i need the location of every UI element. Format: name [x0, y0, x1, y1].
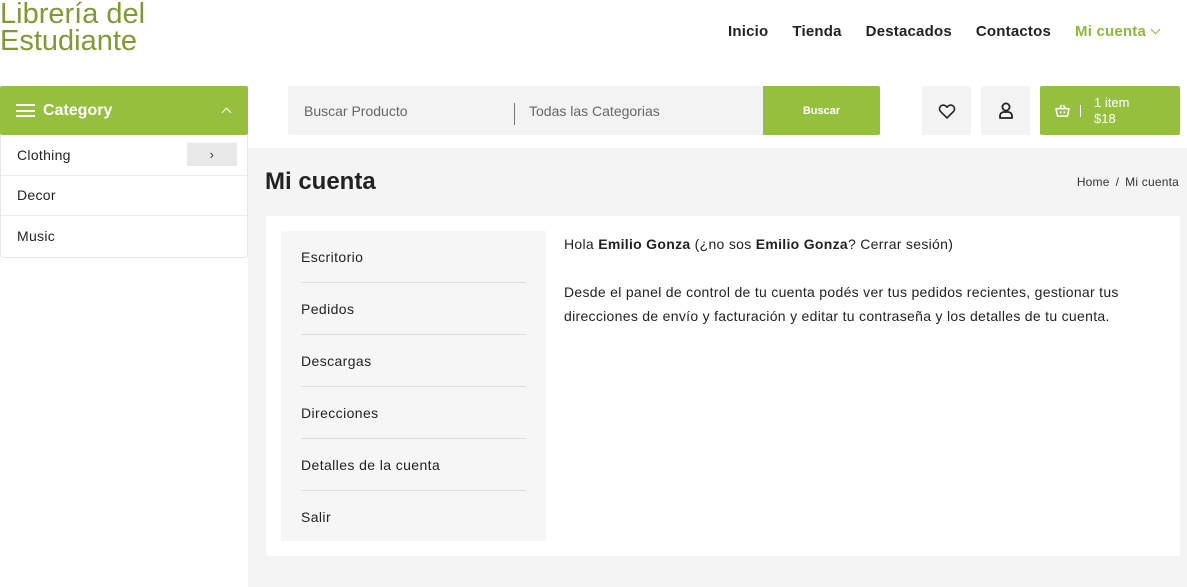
greeting-prefix: Hola — [564, 236, 599, 252]
user-icon — [998, 102, 1013, 119]
category-item-label: Decor — [17, 187, 56, 204]
cart-total: $18 — [1094, 110, 1116, 126]
dashboard-description: Desde el panel de control de tu cuenta p… — [564, 284, 1119, 324]
dashboard-content: Hola Emilio Gonza (¿no sos Emilio Gonza?… — [564, 232, 1154, 328]
nav-destacados[interactable]: Destacados — [866, 23, 952, 40]
category-title: Category — [43, 101, 113, 119]
nav-inicio[interactable]: Inicio — [728, 23, 768, 40]
category-toggle[interactable]: Category — [0, 86, 248, 135]
search-divider — [514, 102, 515, 125]
account-nav-direcciones[interactable]: Direcciones — [301, 387, 526, 439]
search-category-select[interactable]: Todas las Categorias — [529, 103, 763, 119]
breadcrumb-current: Mi cuenta — [1125, 175, 1179, 189]
logout-link[interactable]: ? Cerrar sesión) — [848, 236, 953, 252]
not-you-name: Emilio Gonza — [755, 236, 848, 252]
user-name: Emilio Gonza — [598, 236, 691, 252]
account-button[interactable] — [981, 86, 1030, 135]
account-navigation: Escritorio Pedidos Descargas Direcciones… — [281, 231, 546, 541]
cart-button[interactable]: 1 item $18 — [1040, 86, 1180, 135]
search-button[interactable]: Buscar — [763, 86, 880, 135]
account-card: Escritorio Pedidos Descargas Direcciones… — [266, 216, 1180, 556]
basket-icon — [1055, 104, 1070, 117]
breadcrumb: Home / Mi cuenta — [1077, 175, 1179, 189]
cart-divider — [1080, 104, 1081, 117]
not-you-prefix: (¿no sos — [690, 236, 756, 252]
account-nav-descargas[interactable]: Descargas — [301, 335, 526, 387]
search-bar: Todas las Categorias Buscar — [288, 86, 880, 135]
chevron-down-icon — [1150, 24, 1161, 35]
heart-icon — [938, 103, 955, 119]
category-item-decor[interactable]: Decor — [1, 176, 247, 216]
wishlist-button[interactable] — [922, 86, 971, 135]
search-input[interactable] — [288, 86, 514, 135]
breadcrumb-home[interactable]: Home — [1077, 175, 1110, 189]
cart-count: 1 item — [1094, 94, 1130, 110]
greeting-line: Hola Emilio Gonza (¿no sos Emilio Gonza?… — [564, 232, 1154, 256]
account-nav-pedidos[interactable]: Pedidos — [301, 283, 526, 335]
chevron-right-icon[interactable]: › — [187, 143, 237, 167]
account-nav-detalles[interactable]: Detalles de la cuenta — [301, 439, 526, 491]
category-item-label: Music — [17, 228, 56, 245]
account-nav-escritorio[interactable]: Escritorio — [301, 231, 526, 283]
category-list: Clothing › Decor Music — [0, 135, 248, 258]
cart-summary: 1 item $18 — [1094, 95, 1129, 127]
category-item-label: Clothing — [17, 146, 71, 163]
page-title: Mi cuenta — [265, 168, 376, 195]
site-logo[interactable]: Librería del Estudiante — [0, 0, 200, 56]
category-item-music[interactable]: Music — [1, 216, 247, 257]
nav-mi-cuenta[interactable]: Mi cuenta — [1075, 23, 1161, 40]
breadcrumb-separator: / — [1115, 175, 1120, 189]
nav-mi-cuenta-label: Mi cuenta — [1075, 23, 1146, 40]
nav-tienda[interactable]: Tienda — [792, 23, 841, 40]
nav-contactos[interactable]: Contactos — [976, 23, 1051, 40]
account-nav-salir[interactable]: Salir — [301, 491, 526, 543]
category-item-clothing[interactable]: Clothing › — [1, 135, 247, 176]
chevron-up-icon — [221, 107, 232, 118]
hamburger-icon — [16, 104, 35, 117]
main-nav: Inicio Tienda Destacados Contactos Mi cu… — [728, 23, 1161, 40]
